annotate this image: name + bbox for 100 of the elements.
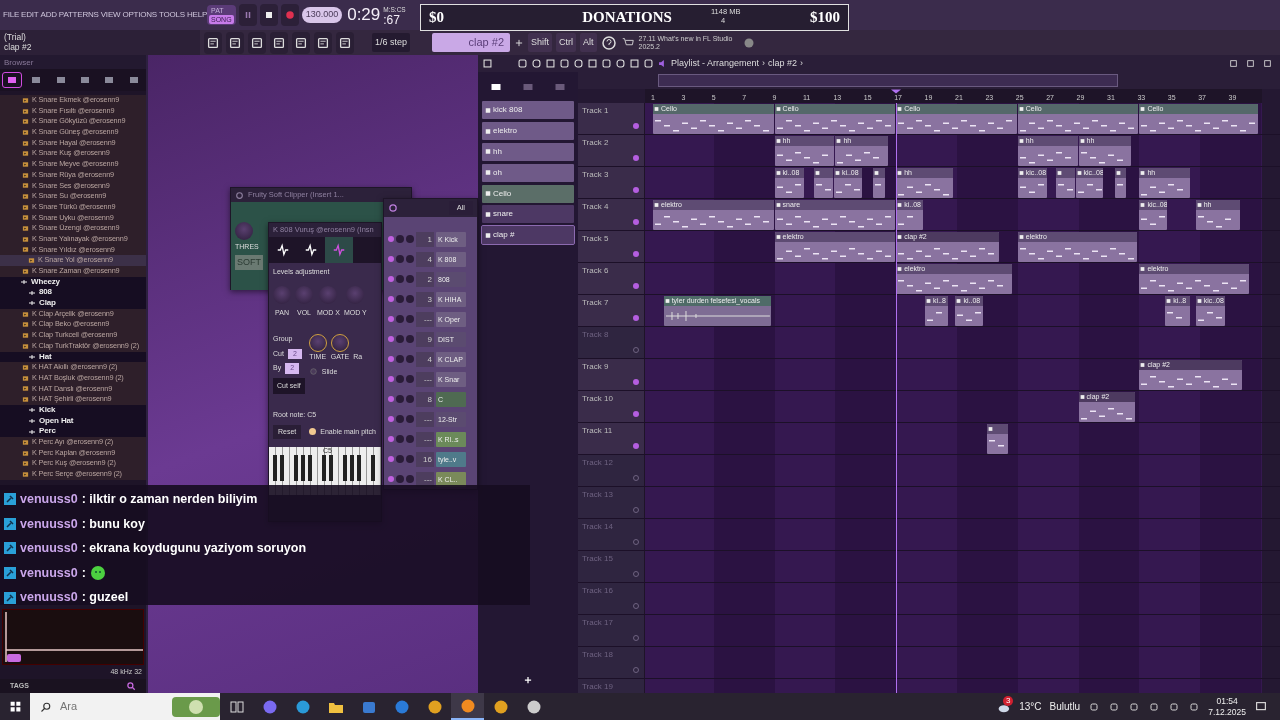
browser-tab[interactable] [2, 72, 23, 88]
pan-knob[interactable] [396, 235, 404, 243]
volume-knob[interactable] [406, 315, 414, 323]
modifier-button[interactable]: Alt [580, 32, 597, 53]
help-icon[interactable] [600, 34, 617, 51]
pan-knob[interactable] [396, 435, 404, 443]
track-header[interactable]: Track 11 [578, 423, 645, 454]
mute-led[interactable] [388, 356, 394, 362]
pause-button[interactable] [238, 4, 257, 26]
volume-knob[interactable] [406, 455, 414, 463]
knob[interactable] [331, 334, 349, 352]
track-led-icon[interactable] [633, 379, 639, 385]
snap-selector[interactable]: 1/6 step [372, 32, 411, 53]
clock[interactable]: 01:54 7.12.2025 [1208, 695, 1246, 718]
pan-knob[interactable] [396, 295, 404, 303]
tempo-display[interactable]: 130.000 [301, 7, 343, 23]
pattern-item[interactable]: hh [482, 142, 574, 161]
gear-icon[interactable] [235, 190, 244, 200]
mute-led[interactable] [388, 236, 394, 242]
track-header[interactable]: Track 4 [578, 199, 645, 230]
search-input[interactable]: Ara [58, 697, 138, 716]
mute-led[interactable] [388, 296, 394, 302]
pattern-item[interactable]: kick 808 [482, 101, 574, 120]
volume-knob[interactable] [406, 435, 414, 443]
modifier-button[interactable]: Ctrl [556, 32, 577, 53]
track-led-icon[interactable] [633, 315, 639, 321]
volume-knob[interactable] [406, 355, 414, 363]
mute-led[interactable] [388, 256, 394, 262]
mixer-track-field[interactable]: 4 [416, 351, 434, 367]
track-led-icon[interactable] [633, 187, 639, 193]
mixer-track-field[interactable]: 9 [416, 331, 434, 347]
menu-item[interactable]: FILE [3, 9, 20, 21]
mixer-track-field[interactable]: 8 [416, 391, 434, 407]
mute-led[interactable] [388, 476, 394, 482]
mixer-track-field[interactable]: --- [416, 311, 434, 327]
mute-led[interactable] [388, 276, 394, 282]
pattern-clip[interactable] [873, 168, 885, 198]
search-highlight-drawing[interactable] [172, 694, 220, 719]
taskbar-app[interactable] [451, 693, 484, 720]
pattern-clip[interactable] [1115, 168, 1127, 198]
track-header[interactable]: Track 6 [578, 263, 645, 294]
mixer-track-field[interactable]: 1 [416, 231, 434, 247]
track-header[interactable]: Track 2 [578, 135, 645, 166]
track-led-icon[interactable] [633, 283, 639, 289]
pan-knob[interactable] [396, 355, 404, 363]
pattern-item[interactable]: snare [482, 205, 574, 224]
track-header[interactable]: Track 1 [578, 103, 645, 134]
volume-knob[interactable] [406, 255, 414, 263]
track-header[interactable]: Track 3 [578, 167, 645, 198]
search-field[interactable]: Ara [30, 693, 220, 720]
track-led-icon[interactable] [633, 123, 639, 129]
mute-led[interactable] [388, 316, 394, 322]
slide-toggle-icon[interactable] [308, 367, 318, 377]
volume-knob[interactable] [406, 415, 414, 423]
menu-item[interactable]: HELP [187, 9, 208, 21]
breadcrumb-arrow[interactable]: › [800, 56, 804, 71]
mixer-track-field[interactable]: --- [416, 431, 434, 447]
stop-button[interactable] [259, 4, 278, 26]
browser-item[interactable]: Kick [0, 404, 146, 416]
pattern-item[interactable]: oh [482, 163, 574, 182]
search-icon[interactable] [126, 681, 136, 691]
volume-knob[interactable] [406, 335, 414, 343]
pattern-clip[interactable] [814, 168, 833, 198]
browser-item[interactable]: Hat [0, 351, 146, 363]
mixer-track-field[interactable]: 2 [416, 271, 434, 287]
add-icon[interactable] [514, 37, 525, 48]
pan-knob[interactable] [396, 455, 404, 463]
track-led-icon[interactable] [633, 251, 639, 257]
mixer-track-field[interactable]: --- [416, 411, 434, 427]
menu-item[interactable]: EDIT [21, 9, 39, 21]
pan-knob[interactable] [396, 335, 404, 343]
browser-item[interactable]: Perc [0, 426, 146, 437]
volume-knob[interactable] [406, 395, 414, 403]
browser-item[interactable]: Wheezy [0, 276, 146, 288]
mixer-track-field[interactable]: --- [416, 371, 434, 387]
volume-knob[interactable] [406, 475, 414, 483]
menu-item[interactable]: OPTIONS [122, 9, 157, 21]
track-header[interactable]: Track 9 [578, 359, 645, 390]
track-led-icon[interactable] [633, 155, 639, 161]
pattern-clip[interactable] [1055, 168, 1075, 198]
picker-tab-icon[interactable] [489, 81, 503, 93]
weather-button[interactable]: 3 [995, 699, 1012, 714]
volume-knob[interactable] [406, 295, 414, 303]
mixer-track-field[interactable]: 16 [416, 451, 434, 467]
track-header[interactable]: Track 5 [578, 231, 645, 262]
pan-knob[interactable] [396, 255, 404, 263]
volume-knob[interactable] [406, 275, 414, 283]
mixer-track-field[interactable]: 4 [416, 251, 434, 267]
knob[interactable] [308, 334, 327, 352]
pan-knob[interactable] [396, 475, 404, 483]
pattern-item[interactable]: clap # [482, 226, 574, 245]
mixer-track-field[interactable]: 3 [416, 291, 434, 307]
mute-led[interactable] [388, 456, 394, 462]
modifier-button[interactable]: Shift [528, 32, 553, 53]
mute-led[interactable] [388, 416, 394, 422]
mute-led[interactable] [388, 336, 394, 342]
menu-item[interactable]: ADD [40, 9, 57, 21]
menu-item[interactable]: PATTERNS [58, 9, 99, 21]
pattern-clip[interactable] [987, 424, 1008, 454]
track-led-icon[interactable] [633, 443, 639, 449]
